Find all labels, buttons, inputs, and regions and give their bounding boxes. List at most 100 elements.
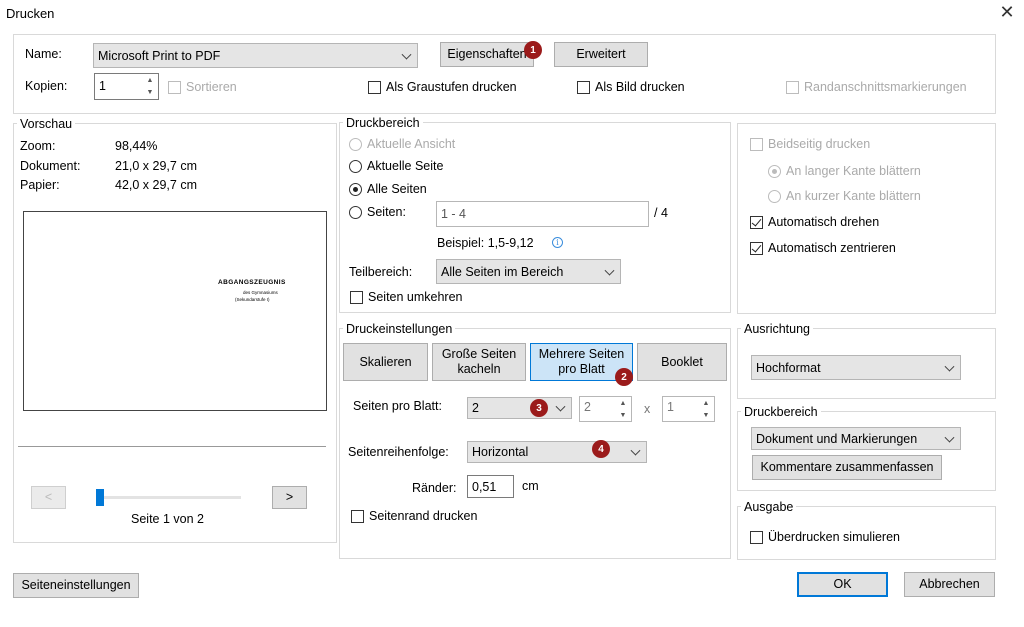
orientation-value: Hochformat [756, 360, 821, 375]
paper-size-value: 42,0 x 29,7 cm [115, 178, 197, 192]
stepper-up-icon[interactable]: ▲ [698, 397, 714, 409]
stepper-down-icon[interactable]: ▼ [615, 409, 631, 421]
checkbox-icon [750, 530, 763, 544]
page-slider-track[interactable] [97, 496, 241, 499]
page-indicator: Seite 1 von 2 [131, 512, 204, 526]
checkbox-icon [577, 80, 590, 94]
page-order-label: Seitenreihenfolge: [348, 445, 449, 459]
subset-label: Teilbereich: [349, 265, 413, 279]
two-sided-checkbox[interactable]: Beidseitig drucken [750, 137, 870, 151]
pages-range-input[interactable]: 1 - 4 [436, 201, 649, 227]
cancel-button[interactable]: Abbrechen [904, 572, 995, 597]
current-view-radio[interactable]: Aktuelle Ansicht [349, 137, 455, 151]
print-settings-group-label: Druckeinstellungen [343, 322, 456, 336]
auto-center-checkbox[interactable]: Automatisch zentrieren [750, 241, 896, 255]
zoom-label: Zoom: [20, 139, 56, 153]
summarize-comments-button[interactable]: Kommentare zusammenfassen [752, 455, 942, 480]
grayscale-checkbox[interactable]: Als Graustufen drucken [368, 80, 517, 94]
stepper-up-icon[interactable]: ▲ [142, 74, 158, 87]
sort-checkbox[interactable]: Sortieren [168, 80, 237, 94]
page-preview: ABGANGSZEUGNIS des Gymnasiums (Sekundars… [23, 211, 327, 411]
crop-marks-checkbox[interactable]: Randanschnittsmarkierungen [786, 80, 967, 94]
columns-value: 2 [584, 400, 591, 414]
margins-input[interactable]: 0,51 [467, 475, 514, 498]
current-page-label: Aktuelle Seite [367, 159, 444, 173]
radio-icon [349, 205, 362, 219]
all-pages-radio[interactable]: Alle Seiten [349, 182, 427, 196]
paper-size-label: Papier: [20, 178, 60, 192]
reverse-pages-checkbox[interactable]: Seiten umkehren [350, 290, 463, 304]
margins-unit: cm [522, 479, 539, 493]
pages-per-sheet-value: 2 [472, 401, 479, 415]
short-edge-radio[interactable]: An kurzer Kante blättern [768, 189, 921, 203]
copies-stepper[interactable]: 1 ▲ ▼ [94, 73, 159, 100]
pages-radio[interactable]: Seiten: [349, 205, 406, 219]
next-page-button[interactable]: > [272, 486, 307, 509]
simulate-overprint-checkbox[interactable]: Überdrucken simulieren [750, 530, 900, 544]
page-slider-thumb[interactable] [96, 489, 104, 506]
chevron-down-icon [630, 445, 641, 456]
printer-select[interactable]: Microsoft Print to PDF [93, 43, 418, 68]
checkbox-icon [750, 137, 763, 151]
checkbox-checked-icon [750, 241, 763, 255]
rows-stepper[interactable]: 1 ▲ ▼ [662, 396, 715, 422]
auto-rotate-checkbox[interactable]: Automatisch drehen [750, 215, 879, 229]
page-order-select[interactable]: Horizontal [467, 441, 647, 463]
advanced-button[interactable]: Erweitert [554, 42, 648, 67]
chevron-down-icon [944, 432, 955, 443]
pages-total: / 4 [654, 206, 668, 220]
radio-icon [349, 159, 362, 173]
simulate-overprint-label: Überdrucken simulieren [768, 530, 901, 544]
chevron-down-icon [401, 49, 412, 60]
tab-tile-large-pages[interactable]: Große Seiten kacheln [432, 343, 526, 381]
stepper-down-icon[interactable]: ▼ [142, 87, 158, 100]
properties-button[interactable]: Eigenschaften [440, 42, 534, 67]
radio-icon [768, 189, 781, 203]
pages-per-sheet-select[interactable]: 2 [467, 397, 572, 419]
info-icon[interactable]: i [552, 237, 563, 248]
printer-select-value: Microsoft Print to PDF [98, 48, 221, 63]
reverse-pages-label: Seiten umkehren [368, 290, 463, 304]
zoom-value: 98,44% [115, 139, 158, 153]
chevron-down-icon [944, 361, 955, 372]
long-edge-radio[interactable]: An langer Kante blättern [768, 164, 921, 178]
stepper-down-icon[interactable]: ▼ [698, 409, 714, 421]
tab-scale[interactable]: Skalieren [343, 343, 428, 381]
page-setup-button[interactable]: Seiteneinstellungen [13, 573, 139, 598]
orientation-select[interactable]: Hochformat [751, 355, 961, 380]
rows-value: 1 [667, 400, 674, 414]
stepper-up-icon[interactable]: ▲ [615, 397, 631, 409]
subset-select[interactable]: Alle Seiten im Bereich [436, 259, 621, 284]
tab-booklet[interactable]: Booklet [637, 343, 727, 381]
annotation-badge-4: 4 [592, 440, 610, 458]
pages-label: Seiten: [367, 205, 406, 219]
close-icon[interactable]: ✕ [998, 3, 1016, 21]
columns-stepper[interactable]: 2 ▲ ▼ [579, 396, 632, 422]
subset-select-value: Alle Seiten im Bereich [441, 264, 564, 279]
short-edge-label: An kurzer Kante blättern [786, 189, 921, 203]
print-range-group-label: Druckbereich [343, 116, 423, 130]
page-border-label: Seitenrand drucken [369, 509, 478, 523]
ok-button[interactable]: OK [797, 572, 888, 597]
auto-center-label: Automatisch zentrieren [768, 241, 896, 255]
page-order-value: Horizontal [472, 445, 529, 459]
margins-label: Ränder: [412, 481, 457, 495]
auto-rotate-label: Automatisch drehen [768, 215, 880, 229]
as-image-checkbox[interactable]: Als Bild drucken [577, 80, 685, 94]
print-what-select[interactable]: Dokument und Markierungen [751, 427, 961, 450]
long-edge-label: An langer Kante blättern [786, 164, 921, 178]
document-size-value: 21,0 x 29,7 cm [115, 159, 197, 173]
previous-page-button[interactable]: < [31, 486, 66, 509]
document-size-label: Dokument: [20, 159, 81, 173]
pages-per-sheet-label: Seiten pro Blatt: [353, 399, 442, 413]
printer-name-label: Name: [25, 47, 62, 61]
annotation-badge-2: 2 [615, 368, 633, 386]
print-what-value: Dokument und Markierungen [756, 431, 918, 446]
orientation-group-label: Ausrichtung [741, 322, 814, 336]
two-sided-label: Beidseitig drucken [768, 137, 871, 151]
current-view-label: Aktuelle Ansicht [367, 137, 456, 151]
radio-selected-icon [768, 164, 781, 178]
page-border-checkbox[interactable]: Seitenrand drucken [351, 509, 477, 523]
checkbox-icon [351, 509, 364, 523]
current-page-radio[interactable]: Aktuelle Seite [349, 159, 443, 173]
